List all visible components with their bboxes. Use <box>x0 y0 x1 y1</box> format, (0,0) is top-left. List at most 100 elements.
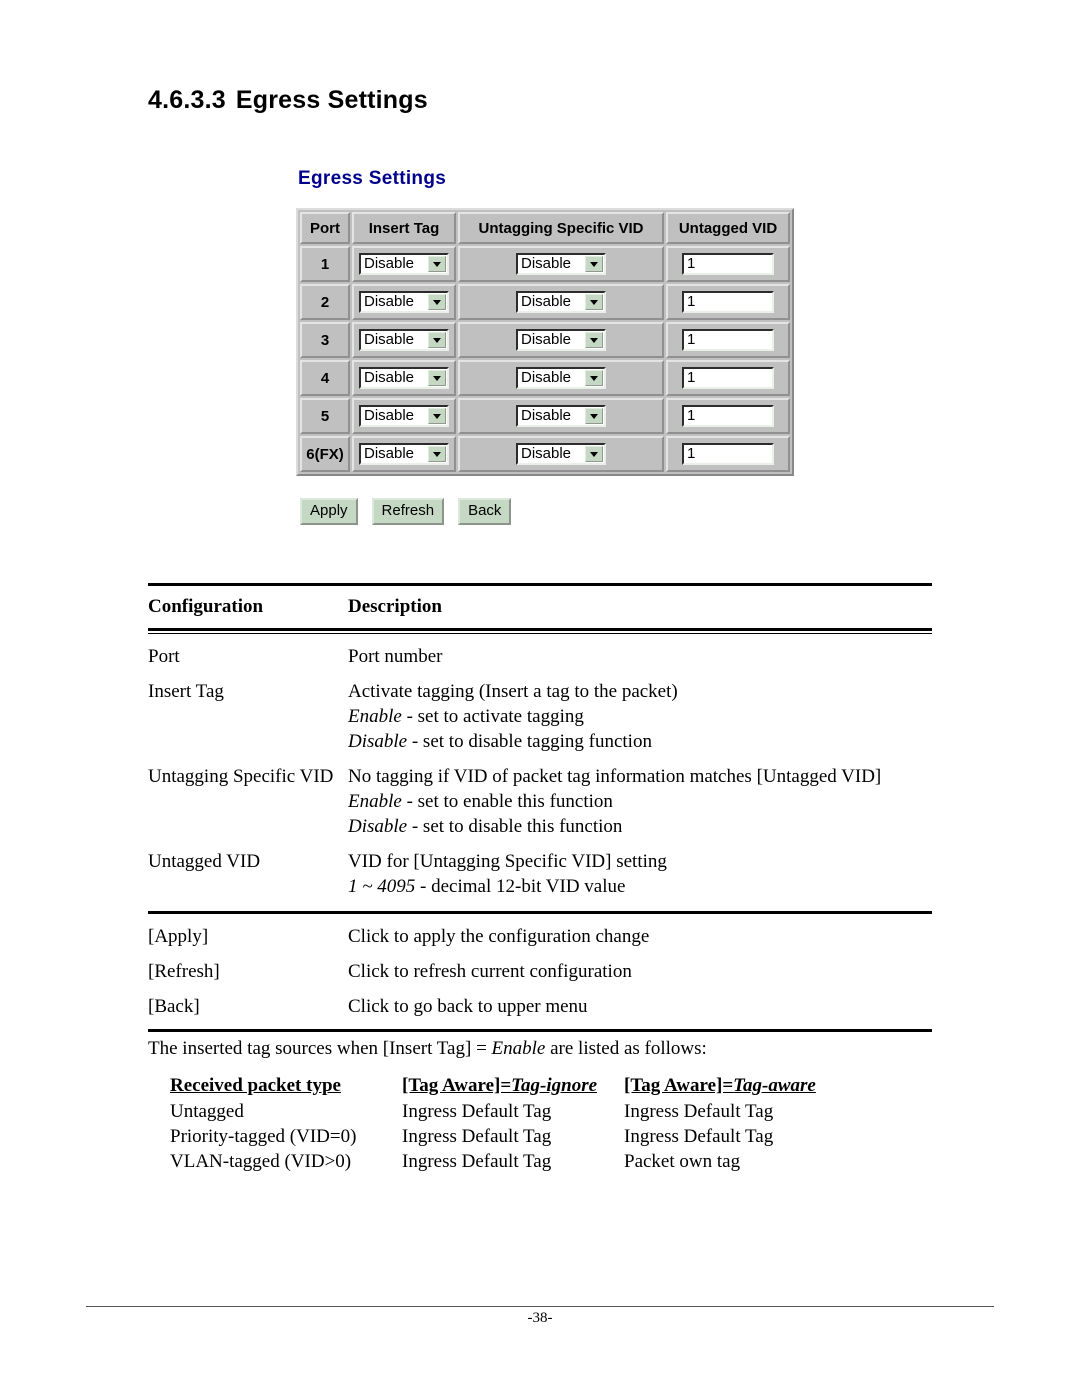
insert-tag-select[interactable]: Disable <box>359 291 449 313</box>
config-description: Click to apply the configuration change <box>348 926 650 947</box>
chevron-down-icon[interactable] <box>428 294 446 310</box>
config-description: Activate tagging (Insert a tag to the pa… <box>348 679 932 754</box>
chevron-down-icon[interactable] <box>428 446 446 462</box>
configuration-description-table: Configuration Description Port Port numb… <box>148 583 932 1032</box>
apply-button[interactable]: Apply <box>300 498 358 525</box>
untagged-vid-input[interactable]: 1 <box>682 329 774 351</box>
description-line: Disable - set to disable tagging functio… <box>348 729 932 754</box>
insert-tag-select[interactable]: Disable <box>359 443 449 465</box>
page-title: 4.6.3.3 Egress Settings <box>148 86 428 115</box>
config-row-port: Port Port number <box>148 634 932 669</box>
description-line: Activate tagging (Insert a tag to the pa… <box>348 681 678 702</box>
untagged-vid-input[interactable]: 1 <box>682 367 774 389</box>
chevron-down-icon[interactable] <box>585 408 603 424</box>
tag-sources-intro: The inserted tag sources when [Insert Ta… <box>148 1036 707 1061</box>
column-header-untagging-specific-vid: Untagging Specific VID <box>458 212 664 244</box>
table-row: 4 Disable Disable 1 <box>300 360 790 396</box>
column-header-untagged-vid: Untagged VID <box>666 212 790 244</box>
back-button[interactable]: Back <box>458 498 512 525</box>
untagging-specific-vid-cell: Disable <box>458 360 664 396</box>
packet-type: VLAN-tagged (VID>0) <box>170 1151 352 1172</box>
value-keyword: Enable <box>348 706 402 727</box>
untagging-specific-vid-value: Disable <box>521 445 572 462</box>
value-keyword: 1 ~ 4095 <box>348 876 416 897</box>
column-header-port: Port <box>300 212 350 244</box>
chevron-down-icon[interactable] <box>428 370 446 386</box>
port-label: 2 <box>300 284 350 320</box>
tag-table-header-row: Received packet type [Tag Aware]=Tag-ign… <box>170 1074 816 1099</box>
untagged-vid-input[interactable]: 1 <box>682 291 774 313</box>
page-number: -38- <box>527 1310 553 1326</box>
value-explanation: - set to disable tagging function <box>407 731 652 752</box>
chevron-down-icon[interactable] <box>428 256 446 272</box>
section-title: Egress Settings <box>235 86 428 114</box>
insert-tag-value: Disable <box>364 407 415 424</box>
untagging-specific-vid-value: Disable <box>521 369 572 386</box>
config-row-back: [Back] Click to go back to upper menu <box>148 984 932 1019</box>
description-line: Enable - set to activate tagging <box>348 704 932 729</box>
untagged-vid-value: 1 <box>687 369 696 386</box>
untagged-vid-value: 1 <box>687 293 696 310</box>
column-header-description: Description <box>348 596 442 617</box>
untagged-vid-cell: 1 <box>666 246 790 282</box>
untagging-specific-vid-select[interactable]: Disable <box>516 329 606 351</box>
port-label: 1 <box>300 246 350 282</box>
panel-title: Egress Settings <box>298 168 447 189</box>
insert-tag-select[interactable]: Disable <box>359 253 449 275</box>
insert-tag-cell: Disable <box>352 398 456 434</box>
intro-keyword: Enable <box>491 1038 546 1059</box>
tag-aware-value: Ingress Default Tag <box>624 1126 774 1147</box>
value-keyword: Enable <box>348 791 402 812</box>
insert-tag-value: Disable <box>364 255 415 272</box>
untagging-specific-vid-value: Disable <box>521 407 572 424</box>
insert-tag-select[interactable]: Disable <box>359 405 449 427</box>
footer-divider <box>86 1306 994 1307</box>
untagging-specific-vid-select[interactable]: Disable <box>516 367 606 389</box>
untagging-specific-vid-select[interactable]: Disable <box>516 405 606 427</box>
description-line: Port number <box>348 646 443 667</box>
insert-tag-cell: Disable <box>352 284 456 320</box>
chevron-down-icon[interactable] <box>585 332 603 348</box>
value-keyword: Disable <box>348 816 408 837</box>
untagging-specific-vid-select[interactable]: Disable <box>516 253 606 275</box>
chevron-down-icon[interactable] <box>428 332 446 348</box>
untagged-vid-input[interactable]: 1 <box>682 253 774 275</box>
insert-tag-value: Disable <box>364 445 415 462</box>
config-table-actions: [Apply] Click to apply the configuration… <box>148 914 932 1029</box>
value-keyword: Disable <box>348 731 408 752</box>
column-header-tag-aware: [Tag Aware]=Tag-aware <box>624 1074 816 1099</box>
chevron-down-icon[interactable] <box>585 370 603 386</box>
untagged-vid-input[interactable]: 1 <box>682 443 774 465</box>
chevron-down-icon[interactable] <box>585 256 603 272</box>
untagging-specific-vid-select[interactable]: Disable <box>516 291 606 313</box>
packet-type: Untagged <box>170 1101 244 1122</box>
untagging-specific-vid-select[interactable]: Disable <box>516 443 606 465</box>
chevron-down-icon[interactable] <box>585 294 603 310</box>
description-line: Enable - set to enable this function <box>348 789 932 814</box>
table-row: 1 Disable Disable 1 <box>300 246 790 282</box>
tag-aware-prefix: [Tag Aware]= <box>624 1075 734 1096</box>
port-label: 4 <box>300 360 350 396</box>
config-row-insert-tag: Insert Tag Activate tagging (Insert a ta… <box>148 669 932 754</box>
insert-tag-select[interactable]: Disable <box>359 329 449 351</box>
table-row: Untagged Ingress Default Tag Ingress Def… <box>170 1099 816 1124</box>
tag-aware-prefix: [Tag Aware]= <box>402 1075 512 1096</box>
config-name: [Refresh] <box>148 961 220 982</box>
value-explanation: - set to enable this function <box>401 791 613 812</box>
description-line: No tagging if VID of packet tag informat… <box>348 766 882 787</box>
untagged-vid-input[interactable]: 1 <box>682 405 774 427</box>
refresh-button[interactable]: Refresh <box>371 498 445 525</box>
chevron-down-icon[interactable] <box>428 408 446 424</box>
value-explanation: - set to activate tagging <box>401 706 584 727</box>
insert-tag-select[interactable]: Disable <box>359 367 449 389</box>
untagged-vid-cell: 1 <box>666 398 790 434</box>
tag-aware-value: Ingress Default Tag <box>624 1101 774 1122</box>
chevron-down-icon[interactable] <box>585 446 603 462</box>
column-header-tag-ignore: [Tag Aware]=Tag-ignore <box>402 1074 624 1099</box>
config-name: Port <box>148 646 180 667</box>
config-row-refresh: [Refresh] Click to refresh current confi… <box>148 949 932 984</box>
table-row: Priority-tagged (VID=0) Ingress Default … <box>170 1124 816 1149</box>
config-name: [Back] <box>148 996 200 1017</box>
egress-settings-table: Port Insert Tag Untagging Specific VID U… <box>296 208 794 476</box>
table-bottom-rule <box>148 1029 932 1032</box>
